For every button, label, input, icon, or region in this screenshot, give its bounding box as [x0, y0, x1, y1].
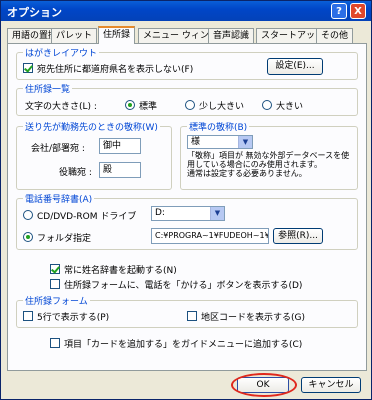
font-size-standard-radio[interactable]	[125, 100, 135, 110]
region-code-checkbox[interactable]	[187, 311, 197, 321]
cd-drive-radio[interactable]	[23, 210, 33, 220]
hide-prefecture-label: 宛先住所に都道府県名を表示しない(F)	[37, 65, 194, 75]
font-size-slightly-large-label: 少し大きい	[199, 102, 245, 112]
folder-label: フォルダ指定	[37, 234, 92, 244]
folder-path-input[interactable]: C:¥PROGRA~1¥FUDEOH~1¥CDRON	[151, 228, 269, 244]
region-code-label: 地区コードを表示する(G)	[201, 313, 305, 323]
standard-honorific-value: 様	[191, 137, 201, 147]
address-form-title: 住所録フォーム	[23, 294, 90, 307]
cancel-button[interactable]: キャンセル	[301, 377, 361, 393]
standard-honorific-note: 「敬称」項目が 無効な外部データベースを使用している場合にのみ使用されます。 通…	[187, 151, 350, 178]
folder-radio[interactable]	[23, 232, 33, 242]
font-size-label: 文字の大きさ(L) :	[25, 102, 97, 112]
standard-honorific-select[interactable]: 様 ▼	[187, 135, 253, 149]
title-bar[interactable]: オプション ? X	[1, 1, 371, 21]
name-dictionary-checkbox[interactable]	[50, 264, 60, 274]
chevron-down-icon: ▼	[210, 207, 224, 220]
tab-panel: はがきレイアウト 宛先住所に都道府県名を表示しない(F) 設定(E)... 住所…	[7, 43, 367, 371]
tab-other[interactable]: その他	[316, 28, 354, 43]
address-form-group: 住所録フォーム 5行で表示する(P) 地区コードを表示する(G)	[16, 294, 358, 328]
close-button[interactable]: X	[350, 3, 366, 19]
tab-voice-recognition[interactable]: 音声認識	[208, 28, 255, 43]
browse-button[interactable]: 参照(R)...	[273, 228, 323, 244]
tab-address-book[interactable]: 住所録	[98, 26, 136, 44]
cd-drive-label: CD/DVD-ROM ドライブ	[37, 212, 137, 222]
hide-prefecture-checkbox[interactable]	[23, 63, 33, 73]
phone-call-button-checkbox[interactable]	[50, 279, 60, 289]
address-list-title: 住所録一覧	[23, 82, 73, 95]
position-honorific-input[interactable]: 殿	[99, 162, 141, 178]
font-size-large-label: 大きい	[276, 102, 304, 112]
window-title: オプション	[7, 6, 62, 19]
drive-value: D:	[155, 208, 165, 218]
font-size-standard-label: 標準	[139, 102, 158, 112]
workplace-honorific-title: 送り先が勤務先のときの敬称(W)	[23, 120, 160, 133]
guide-menu-label: 項目「カードを追加する」をガイドメニューに追加する(C)	[64, 340, 303, 350]
workplace-honorific-group: 送り先が勤務先のときの敬称(W) 会社/部署宛 : 御中 役職宛 : 殿	[16, 120, 172, 190]
drive-select[interactable]: D: ▼	[151, 206, 225, 221]
company-honorific-input[interactable]: 御中	[99, 138, 141, 154]
help-button[interactable]: ?	[331, 3, 347, 19]
tab-strip: 用語の置換 パレット 住所録 メニュー ウィンドウ 音声認識 スタートアップ そ…	[7, 26, 367, 44]
position-honorific-label: 役職宛 :	[59, 168, 92, 178]
font-size-slightly-large-radio[interactable]	[185, 100, 195, 110]
phone-call-button-label: 住所録フォームに、電話を「かける」ボタンを表示する(D)	[64, 281, 303, 291]
hagaki-layout-title: はがきレイアウト	[23, 46, 100, 59]
standard-honorific-group: 標準の敬称(B) 様 ▼ 「敬称」項目が 無効な外部データベースを使用している場…	[180, 120, 358, 190]
chevron-down-icon: ▼	[238, 136, 252, 148]
layout-settings-button[interactable]: 設定(E)...	[267, 58, 323, 75]
five-row-checkbox[interactable]	[23, 311, 33, 321]
name-dictionary-label: 常に姓名辞書を起動する(N)	[64, 266, 177, 276]
company-honorific-label: 会社/部署宛 :	[31, 144, 85, 154]
phone-dictionary-group: 電話番号辞書(A) CD/DVD-ROM ドライブ D: ▼ フォルダ指定 C:…	[16, 192, 358, 250]
hagaki-layout-group: はがきレイアウト 宛先住所に都道府県名を表示しない(F) 設定(E)...	[16, 46, 358, 80]
tab-palette[interactable]: パレット	[51, 28, 98, 43]
address-list-group: 住所録一覧 文字の大きさ(L) : 標準 少し大きい 大きい	[16, 82, 358, 116]
guide-menu-checkbox[interactable]	[50, 338, 60, 348]
five-row-label: 5行で表示する(P)	[37, 313, 110, 323]
standard-honorific-title: 標準の敬称(B)	[187, 120, 250, 133]
options-window: オプション ? X 用語の置換 パレット 住所録 メニュー ウィンドウ 音声認識…	[0, 0, 372, 400]
font-size-large-radio[interactable]	[262, 100, 272, 110]
phone-dictionary-title: 電話番号辞書(A)	[23, 192, 95, 205]
ok-highlight-annotation	[231, 373, 297, 397]
